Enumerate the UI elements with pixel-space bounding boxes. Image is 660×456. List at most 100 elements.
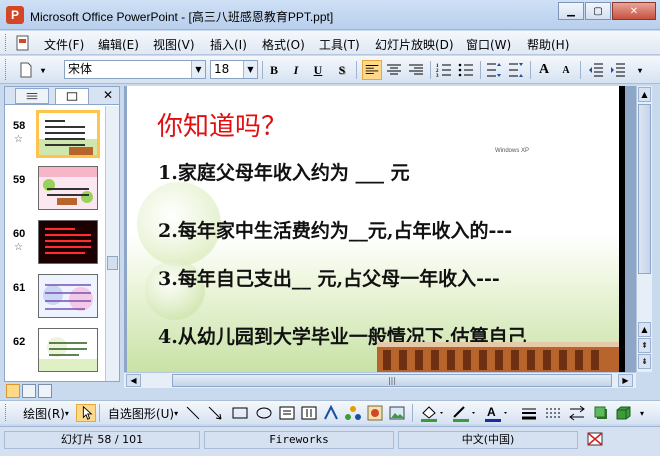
toolbar-separator <box>480 61 481 79</box>
new-document-icon[interactable] <box>16 60 36 80</box>
slide-text-line[interactable]: 2.每年家中生活费约为__元,占年收入的--- <box>158 216 512 243</box>
font-name-combo[interactable]: 宋体 ▼ <box>64 60 206 79</box>
thumbnail-row[interactable]: 62 <box>5 326 105 376</box>
chevron-down-icon[interactable]: ▼ <box>243 61 257 78</box>
3d-style-icon[interactable] <box>614 404 632 422</box>
slides-tab[interactable] <box>55 88 89 104</box>
building-image[interactable] <box>377 342 625 372</box>
select-pointer-icon[interactable] <box>76 404 96 422</box>
italic-button[interactable]: I <box>286 60 306 80</box>
slide-vertical-scrollbar[interactable]: ▲ ▲ ⇞ ⇟ <box>636 86 652 372</box>
align-center-icon[interactable] <box>384 60 404 80</box>
vertical-textbox-icon[interactable] <box>300 404 318 422</box>
shadow-button[interactable]: S <box>332 60 352 80</box>
menu-format[interactable]: 格式(O) <box>262 36 305 53</box>
font-name-value: 宋体 <box>68 62 93 76</box>
font-color-icon[interactable]: A <box>482 404 510 422</box>
slide-title[interactable]: 你知道吗？ <box>157 106 287 143</box>
numbering-icon[interactable]: 123 <box>434 60 454 80</box>
rectangle-icon[interactable] <box>230 404 250 422</box>
toolbar-options-chevron-icon[interactable]: ▾ <box>38 60 48 80</box>
normal-view-icon[interactable] <box>6 384 20 398</box>
arrow-icon[interactable] <box>206 404 224 422</box>
scrollbar-thumb[interactable] <box>638 104 651 274</box>
shrink-font-button[interactable]: A <box>556 60 576 80</box>
line-icon[interactable] <box>184 404 202 422</box>
slide-thumbnail[interactable] <box>38 166 98 210</box>
underline-button[interactable]: U <box>308 60 328 80</box>
clipart-icon[interactable] <box>366 404 384 422</box>
picture-icon[interactable] <box>388 404 406 422</box>
line-style-icon[interactable] <box>520 404 538 422</box>
align-left-icon[interactable] <box>362 60 382 80</box>
thumbnail-row[interactable]: 60 ☆ <box>5 218 105 268</box>
thumbnail-scrollbar[interactable] <box>105 106 119 381</box>
oval-icon[interactable] <box>254 404 274 422</box>
scroll-up-icon[interactable]: ▲ <box>638 322 651 337</box>
thumbnail-row[interactable]: 61 <box>5 272 105 322</box>
toolbar-options-chevron-icon[interactable]: ▾ <box>634 60 646 80</box>
line-color-icon[interactable] <box>450 404 478 422</box>
slide-thumbnail[interactable] <box>38 328 98 372</box>
increase-spacing-icon[interactable] <box>484 60 504 80</box>
document-icon[interactable] <box>14 34 32 52</box>
slideshow-view-icon[interactable] <box>38 384 52 398</box>
dash-style-icon[interactable] <box>544 404 562 422</box>
minimize-button[interactable]: ▁ <box>558 2 584 20</box>
slide-thumbnail[interactable] <box>36 110 100 158</box>
spelling-check-icon[interactable] <box>582 431 610 449</box>
menu-view[interactable]: 视图(V) <box>153 36 195 53</box>
slide-thumbnail[interactable] <box>38 220 98 264</box>
scrollbar-thumb[interactable]: ||| <box>172 374 612 387</box>
decrease-spacing-icon[interactable] <box>506 60 526 80</box>
arrow-style-icon[interactable] <box>568 404 586 422</box>
thumbnail-row[interactable]: 58 ☆ <box>5 110 105 160</box>
toolbar-separator <box>580 61 581 79</box>
next-slide-icon[interactable]: ⇟ <box>638 354 651 369</box>
toolbar-grip[interactable] <box>5 59 8 80</box>
slide-horizontal-scrollbar[interactable]: ◀ ||| ▶ <box>124 372 636 388</box>
current-slide[interactable]: 你知道吗？ Windows XP 1.家庭父母年收入约为 ___ 元 2.每年家… <box>127 86 625 372</box>
scrollbar-thumb[interactable] <box>107 256 118 270</box>
textbox-icon[interactable] <box>278 404 296 422</box>
wordart-icon[interactable] <box>322 404 340 422</box>
menu-tools[interactable]: 工具(T) <box>319 36 360 53</box>
slide-sorter-view-icon[interactable] <box>22 384 36 398</box>
slide-text-line[interactable]: 1.家庭父母年收入约为 ___ 元 <box>158 158 410 185</box>
outline-tab[interactable] <box>15 88 49 104</box>
scroll-left-icon[interactable]: ◀ <box>126 374 141 387</box>
font-size-combo[interactable]: 18 ▼ <box>210 60 258 79</box>
close-pane-icon[interactable]: ✕ <box>103 88 113 102</box>
toolbar-options-chevron-icon[interactable]: ▾ <box>636 404 648 422</box>
powerpoint-app-icon[interactable]: P <box>6 6 24 24</box>
fill-color-icon[interactable] <box>418 404 446 422</box>
menu-slideshow[interactable]: 幻灯片放映(D) <box>375 36 454 53</box>
bullets-icon[interactable] <box>456 60 476 80</box>
diagram-icon[interactable] <box>344 404 362 422</box>
menu-file[interactable]: 文件(F) <box>44 36 84 53</box>
toolbar-grip[interactable] <box>5 404 8 421</box>
menu-insert[interactable]: 插入(I) <box>210 36 247 53</box>
scroll-up-icon[interactable]: ▲ <box>638 87 651 102</box>
menu-edit[interactable]: 编辑(E) <box>98 36 139 53</box>
draw-menu-button[interactable]: 绘图(R) ▾ <box>18 404 74 422</box>
thumbnail-row[interactable]: 59 <box>5 164 105 214</box>
grow-font-button[interactable]: A <box>534 60 554 80</box>
menu-help[interactable]: 帮助(H) <box>527 36 569 53</box>
scroll-right-icon[interactable]: ▶ <box>618 374 633 387</box>
autoshapes-menu-button[interactable]: 自选图形(U) ▾ <box>104 404 182 422</box>
increase-indent-icon[interactable] <box>608 60 628 80</box>
close-button[interactable]: ✕ <box>612 2 656 20</box>
slide-text-line[interactable]: 3.每年自己支出__ 元,占父母一年收入--- <box>158 264 500 291</box>
bold-button[interactable]: B <box>264 60 284 80</box>
menu-grip[interactable] <box>5 34 8 51</box>
previous-slide-icon[interactable]: ⇞ <box>638 338 651 353</box>
slide-thumbnail[interactable] <box>38 274 98 318</box>
decrease-indent-icon[interactable] <box>586 60 606 80</box>
align-right-icon[interactable] <box>406 60 426 80</box>
menu-window[interactable]: 窗口(W) <box>466 36 511 53</box>
shadow-style-icon[interactable] <box>592 404 610 422</box>
maximize-button[interactable]: ▢ <box>585 2 611 20</box>
animation-star-icon: ☆ <box>14 134 23 145</box>
chevron-down-icon[interactable]: ▼ <box>191 61 205 78</box>
